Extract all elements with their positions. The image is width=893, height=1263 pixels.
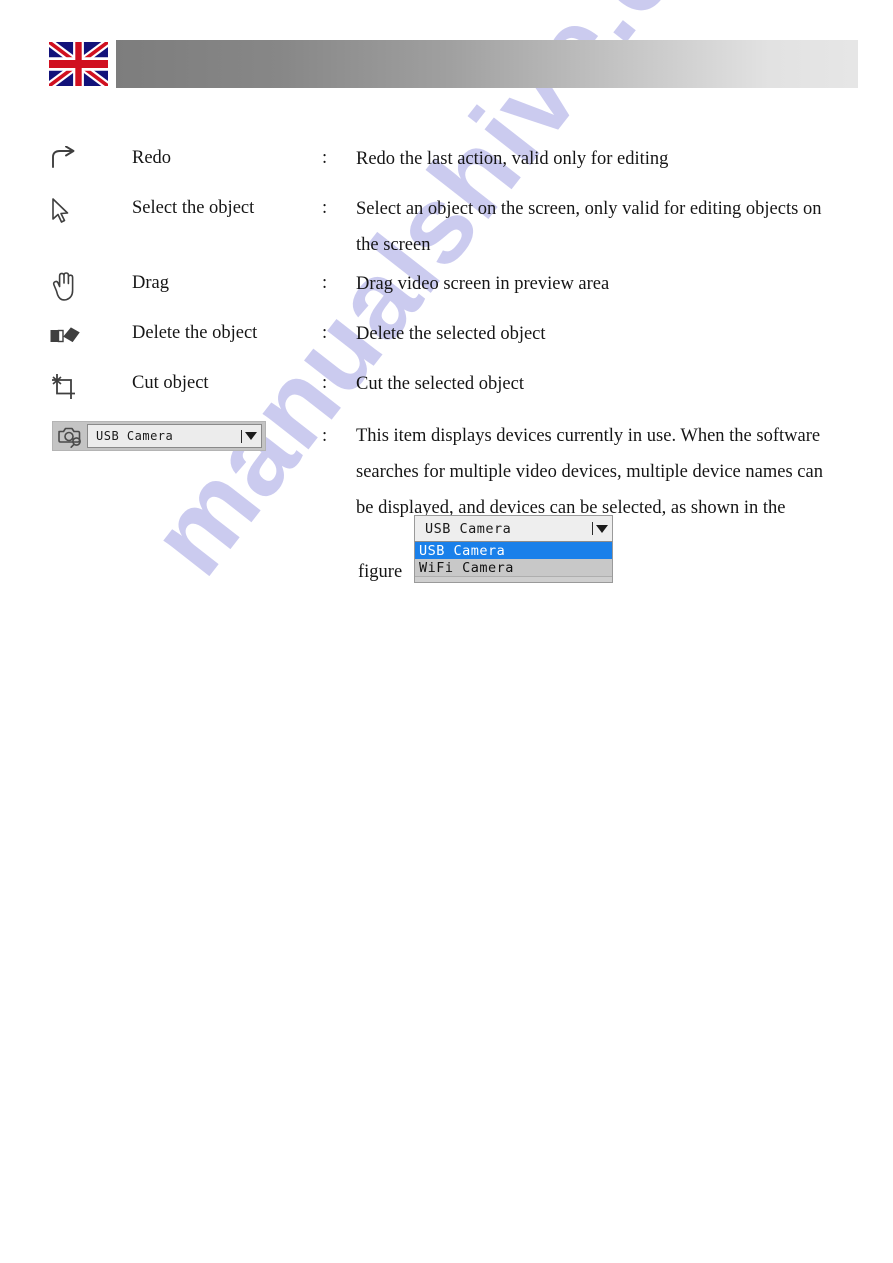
dropdown-selected-value: USB Camera [425, 520, 512, 537]
row-label: Delete the object [132, 323, 258, 343]
content-area: Redo : Redo the last action, valid only … [0, 0, 893, 1263]
dropdown-figure: USB Camera USB Camera WiFi Camera [414, 515, 613, 583]
dropdown-list-footer [415, 576, 612, 582]
row-separator: : [322, 148, 328, 168]
crop-icon[interactable] [50, 373, 90, 401]
row-separator: : [322, 426, 328, 446]
row-label: Cut object [132, 373, 209, 393]
device-combo-value: USB Camera [96, 429, 174, 443]
row-label: Redo [132, 148, 172, 168]
dropdown-option-usb-camera[interactable]: USB Camera [415, 542, 612, 559]
dropdown-option-list[interactable]: USB Camera WiFi Camera [414, 542, 613, 583]
chevron-down-icon[interactable] [592, 516, 608, 541]
chevron-down-icon[interactable] [241, 425, 257, 447]
row-description: Cut the selected object [356, 374, 524, 394]
redo-arrow-icon[interactable] [50, 146, 90, 170]
device-combo-field[interactable]: USB Camera [87, 424, 262, 448]
row-description: Delete the selected object [356, 324, 546, 344]
row-label: Select the object [132, 198, 255, 218]
row-label: Drag [132, 273, 169, 293]
row-separator: : [322, 323, 328, 343]
row-description: Redo the last action, valid only for edi… [356, 149, 669, 169]
dropdown-option-wifi-camera[interactable]: WiFi Camera [415, 559, 612, 576]
device-selector-widget[interactable]: USB Camera [52, 421, 266, 451]
eraser-icon[interactable] [50, 323, 90, 347]
row-separator: : [322, 373, 328, 393]
row-description: Drag video screen in preview area [356, 274, 610, 294]
camera-search-icon[interactable] [55, 423, 85, 449]
cursor-pointer-icon[interactable] [50, 197, 90, 225]
dropdown-closed-field[interactable]: USB Camera [414, 515, 613, 542]
figure-caption: figure [358, 562, 403, 582]
row-separator: : [322, 198, 328, 218]
hand-drag-icon[interactable] [50, 272, 90, 302]
row-description: Select an object on the screen, only val… [356, 199, 822, 255]
row-description: This item displays devices currently in … [356, 426, 823, 518]
row-separator: : [322, 273, 328, 293]
